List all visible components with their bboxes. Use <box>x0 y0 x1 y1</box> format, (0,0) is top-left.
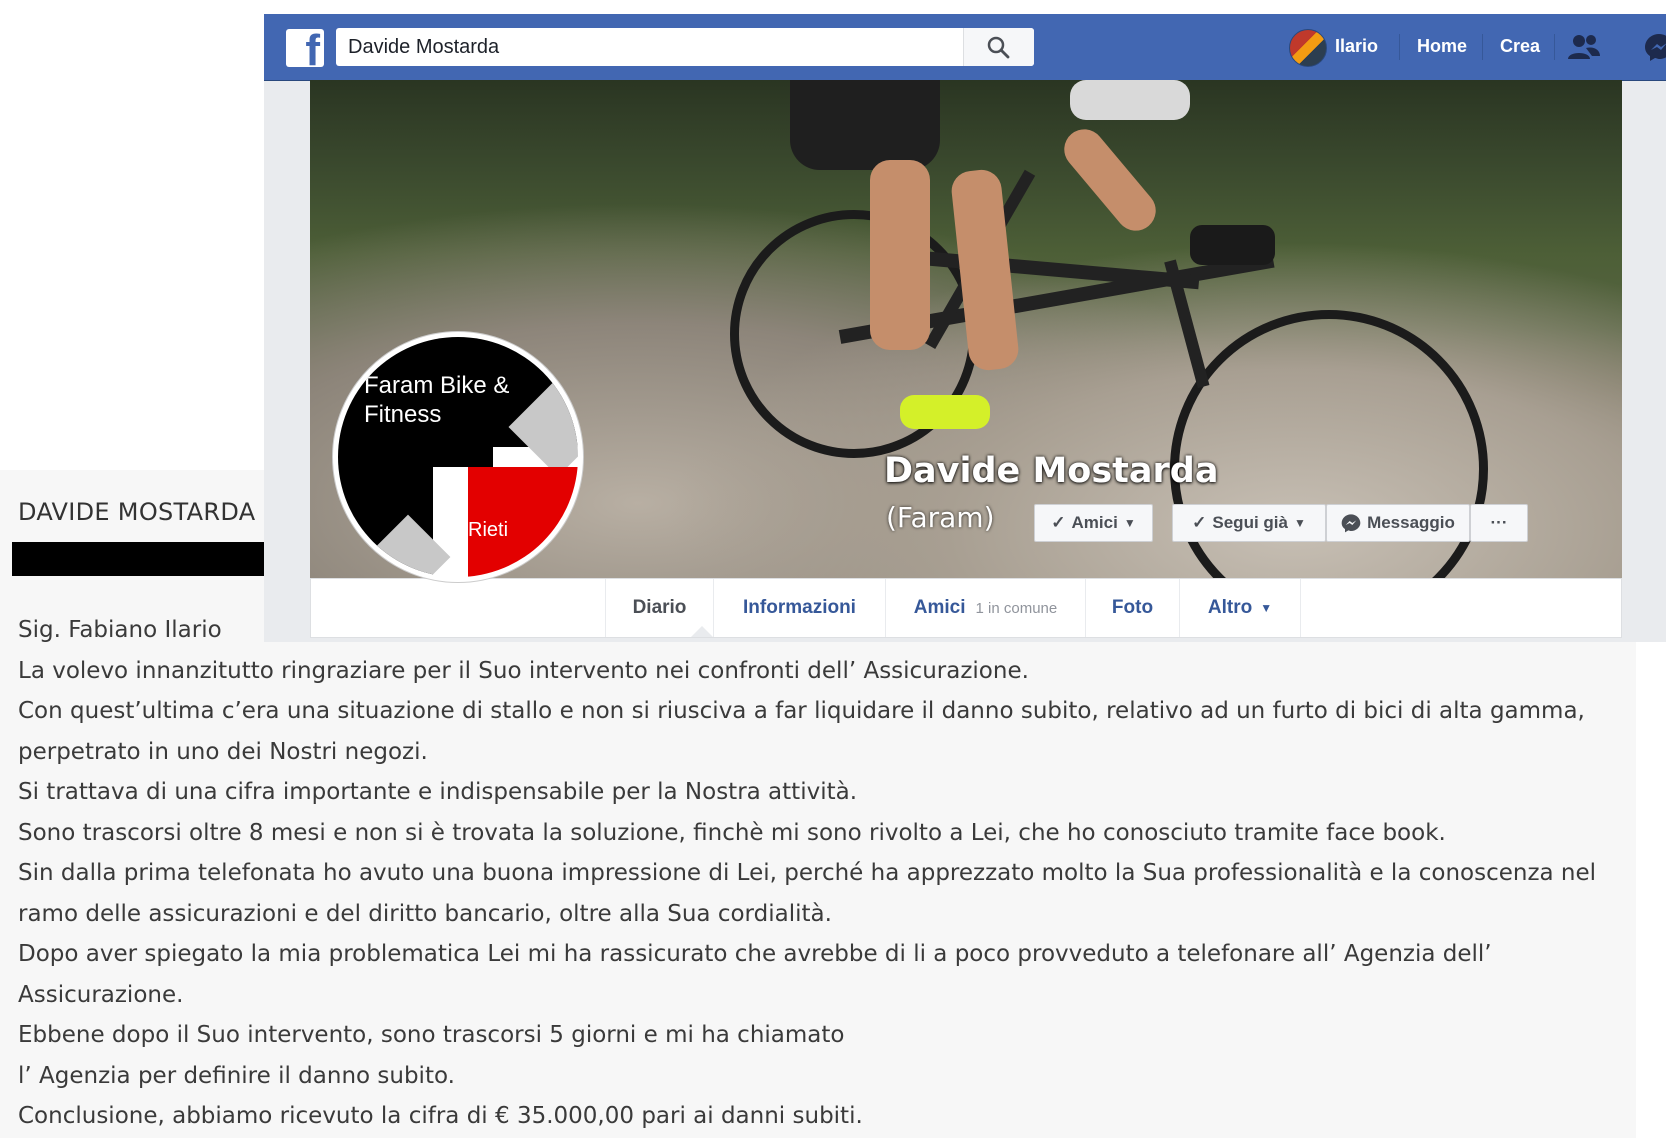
letter-line: La volevo innanzitutto ringraziare per i… <box>18 657 1029 684</box>
facebook-profile-window: f Ilario Home Crea <box>264 14 1666 642</box>
nav-divider <box>1482 34 1483 60</box>
avatar-text-line: Faram Bike & <box>364 372 510 399</box>
letter-line: Ebbene dopo il Suo intervento, sono tras… <box>18 1022 845 1048</box>
letter-line: l’ Agenzia per definire il danno subito. <box>18 1062 455 1089</box>
letter-line: Sono trascorsi oltre 8 mesi e non si è t… <box>18 819 1446 846</box>
avatar-text: Faram Bike & Fitness <box>364 371 509 429</box>
letter-line: Dopo aver spiegato la mia problematica L… <box>18 941 1492 967</box>
friend-requests-icon[interactable] <box>1566 32 1602 62</box>
letter-sender: DAVIDE MOSTARDA <box>18 498 256 526</box>
profile-tab-bar: Diario Informazioni Amici 1 in comune Fo… <box>310 578 1622 638</box>
redaction-bar <box>12 542 272 576</box>
nav-divider <box>1399 34 1400 60</box>
letter-line: Sin dalla prima telefonata ho avuto una … <box>18 860 1597 886</box>
search-box <box>336 28 1034 66</box>
profile-alternate-name: (Faram) <box>886 501 995 534</box>
tab-foto[interactable]: Foto <box>1085 579 1179 637</box>
tab-diario-label: Diario <box>632 597 687 618</box>
messenger-icon <box>1341 514 1361 533</box>
message-button[interactable]: Messaggio <box>1326 504 1470 542</box>
letter-line: Conclusione, abbiamo ricevuto la cifra d… <box>18 1103 863 1129</box>
tab-altro[interactable]: Altro ▼ <box>1179 579 1301 637</box>
user-avatar[interactable] <box>1289 29 1327 67</box>
messenger-icon[interactable] <box>1644 32 1666 62</box>
more-options-button[interactable]: ··· <box>1470 504 1528 542</box>
avatar-city-text: Rieti <box>468 519 509 541</box>
search-button[interactable] <box>963 28 1034 66</box>
check-icon: ✓ <box>1192 513 1207 532</box>
check-icon: ✓ <box>1051 513 1066 532</box>
tab-altro-label: Altro <box>1207 597 1253 618</box>
following-button[interactable]: ✓ Segui già ▼ <box>1172 504 1326 542</box>
message-button-label: Messaggio <box>1367 513 1455 532</box>
tab-foto-label: Foto <box>1111 597 1154 618</box>
tab-amici-label: Amici <box>913 597 966 618</box>
letter-line: Con quest’ultima c’era una situazione di… <box>18 698 1585 724</box>
more-icon: ··· <box>1490 513 1508 532</box>
letter-line: ramo delle assicurazioni e del diritto b… <box>18 900 832 927</box>
caret-down-icon: ▼ <box>1293 516 1306 530</box>
tab-informazioni-label: Informazioni <box>743 597 856 618</box>
facebook-top-bar: f Ilario Home Crea <box>264 14 1666 81</box>
letter-line: Assicurazione. <box>18 981 184 1008</box>
mutual-friends-count: 1 in comune <box>975 599 1058 617</box>
letter-body: Sig. Fabiano Ilario La volevo innanzitut… <box>18 610 1618 1137</box>
nav-home-link[interactable]: Home <box>1417 36 1467 57</box>
nav-divider <box>1554 34 1555 60</box>
avatar-text-line: Fitness <box>364 401 442 428</box>
active-tab-pointer <box>691 626 713 637</box>
facebook-logo-icon[interactable]: f <box>286 29 324 73</box>
nav-user-link[interactable]: Ilario <box>1335 36 1378 57</box>
caret-down-icon: ▼ <box>1123 516 1136 530</box>
friends-button-label: Amici <box>1071 513 1118 532</box>
profile-name[interactable]: Davide Mostarda <box>884 451 1218 491</box>
profile-picture[interactable]: Faram Bike & Fitness Rieti <box>333 332 583 582</box>
nav-create-link[interactable]: Crea <box>1500 36 1540 57</box>
letter-line: Si trattava di una cifra importante e in… <box>18 779 858 805</box>
letter-line: perpetrato in uno dei Nostri negozi. <box>18 738 428 765</box>
search-icon <box>987 36 1010 59</box>
friends-button[interactable]: ✓ Amici ▼ <box>1034 504 1153 542</box>
following-button-label: Segui già <box>1212 513 1288 532</box>
tab-informazioni[interactable]: Informazioni <box>713 579 885 637</box>
caret-down-icon: ▼ <box>1260 601 1273 615</box>
tab-amici[interactable]: Amici 1 in comune <box>885 579 1085 637</box>
search-input[interactable] <box>336 28 966 66</box>
